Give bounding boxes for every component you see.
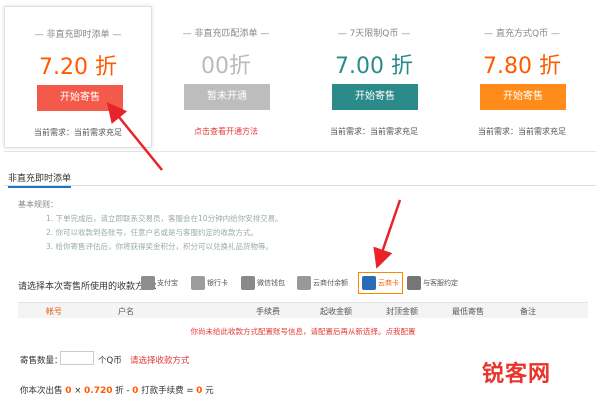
arrow-to-start-button [106, 102, 163, 171]
annotation-arrows [106, 102, 402, 269]
arrow-to-card-option [373, 199, 402, 269]
